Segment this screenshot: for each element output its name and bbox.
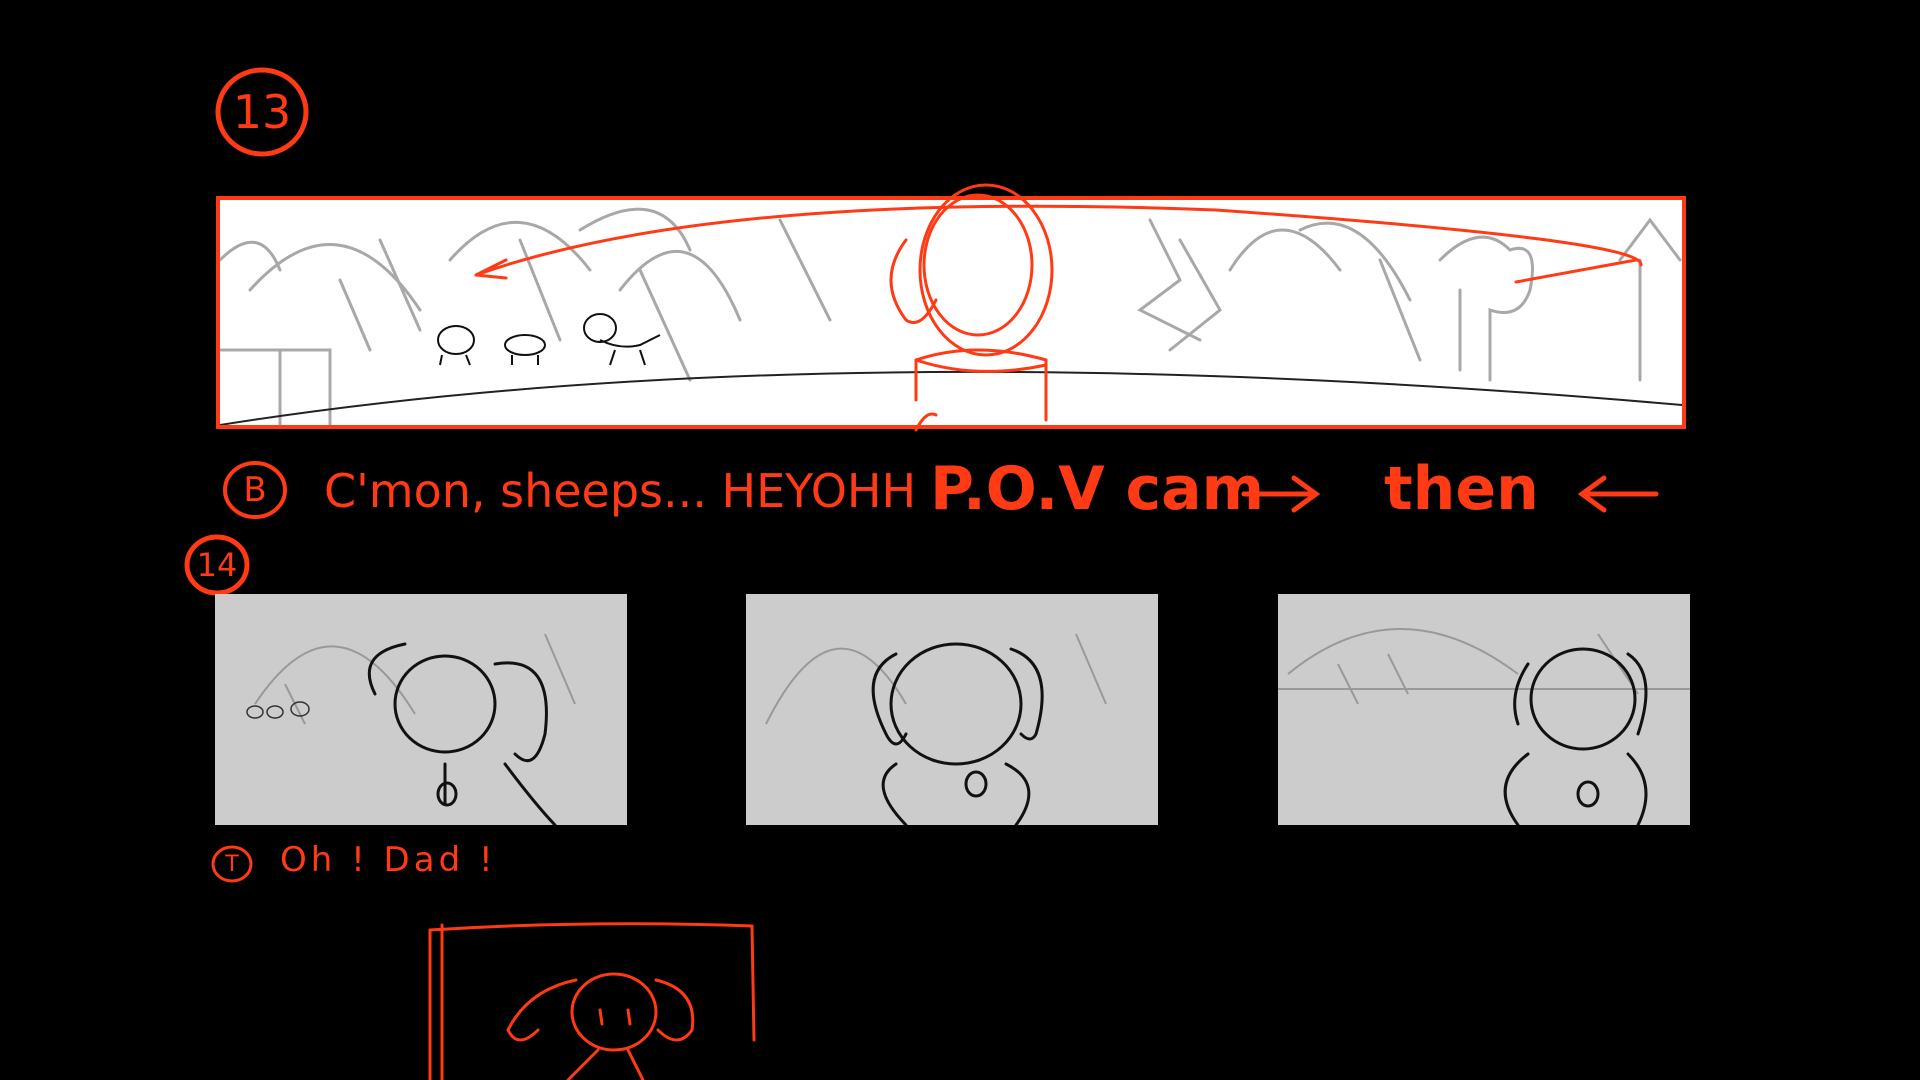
scene-14-dialogue: Oh ! Dad !: [280, 840, 497, 880]
arrow-left-icon: [1576, 472, 1660, 516]
scene-13-number: 13: [232, 85, 292, 139]
arrow-right-icon: [1240, 472, 1322, 516]
thumbnail-sketch: [428, 920, 758, 1080]
pov-overlay-sketch: [216, 160, 1686, 460]
storyboard-panel-3: [1278, 594, 1690, 825]
scene-14-number: 14: [196, 546, 238, 584]
scene-13-dialogue: C'mon, sheeps... HEYOHH: [324, 464, 917, 518]
scene-13-dialogue-marker: B: [243, 470, 267, 510]
storyboard-panel-2: [746, 594, 1158, 825]
scene-14-dialogue-marker: T: [225, 851, 239, 877]
then-label: then: [1384, 454, 1539, 524]
storyboard-panel-1: [215, 594, 627, 825]
pov-camera-note: P.O.V cam: [930, 454, 1265, 524]
